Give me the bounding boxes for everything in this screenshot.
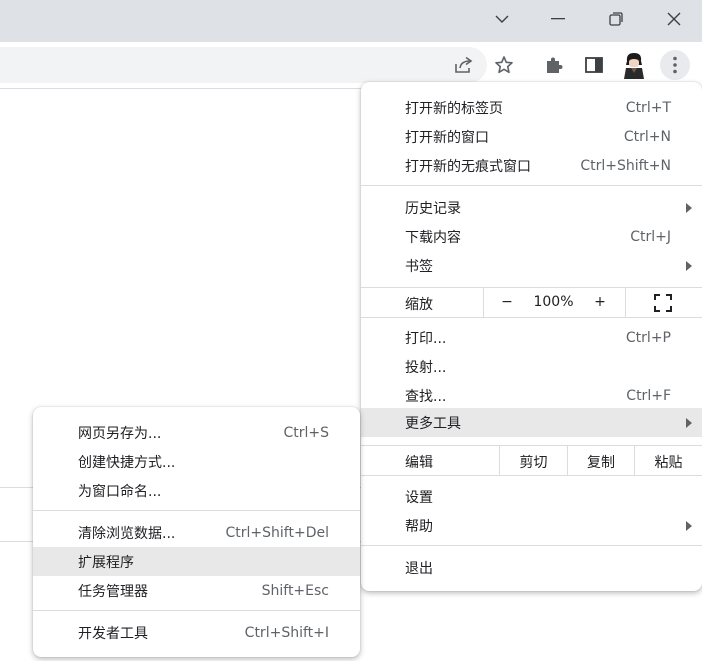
menu-item-label: 打印... bbox=[405, 330, 447, 347]
menu-item-bookmarks[interactable]: 书签 bbox=[361, 251, 702, 280]
menu-item-label: 下载内容 bbox=[405, 229, 461, 246]
menu-item-shortcut: Ctrl+S bbox=[283, 424, 329, 441]
minimize-icon bbox=[551, 18, 565, 20]
zoom-row: 缩放 − 100% + bbox=[361, 288, 702, 317]
zoom-label: 缩放 bbox=[405, 297, 433, 313]
title-bar bbox=[0, 0, 702, 42]
menu-item-label: 帮助 bbox=[405, 518, 433, 535]
menu-item-shortcut: Ctrl+P bbox=[625, 329, 671, 346]
menu-item-save-page-as[interactable]: 网页另存为... Ctrl+S bbox=[33, 418, 360, 447]
puzzle-icon bbox=[547, 57, 563, 73]
more-tools-submenu: 网页另存为... Ctrl+S 创建快捷方式... 为窗口命名... 清除浏览数… bbox=[33, 407, 360, 657]
menu-item-exit[interactable]: 退出 bbox=[361, 553, 702, 582]
close-button[interactable] bbox=[646, 0, 702, 38]
close-icon bbox=[667, 12, 681, 26]
restore-icon bbox=[609, 12, 623, 26]
menu-item-shortcut: Ctrl+N bbox=[623, 128, 671, 145]
submenu-arrow-icon bbox=[686, 260, 692, 271]
submenu-arrow-icon bbox=[686, 520, 692, 531]
address-bar[interactable] bbox=[0, 47, 487, 83]
zoom-divider bbox=[483, 288, 484, 317]
menu-item-label: 书签 bbox=[405, 258, 433, 275]
menu-item-label: 扩展程序 bbox=[78, 554, 134, 571]
menu-item-clear-browsing-data[interactable]: 清除浏览数据... Ctrl+Shift+Del bbox=[33, 518, 360, 547]
menu-item-label: 打开新的标签页 bbox=[405, 100, 503, 117]
menu-item-new-incognito-window[interactable]: 打开新的无痕式窗口 Ctrl+Shift+N bbox=[361, 151, 702, 180]
profile-button[interactable] bbox=[619, 50, 649, 80]
menu-item-shortcut: Ctrl+Shift+N bbox=[580, 157, 671, 174]
menu-separator bbox=[33, 510, 360, 511]
menu-item-label: 创建快捷方式... bbox=[78, 454, 176, 471]
menu-item-label: 更多工具 bbox=[405, 415, 461, 432]
menu-separator bbox=[361, 475, 702, 476]
menu-item-label: 为窗口命名... bbox=[78, 483, 162, 500]
menu-item-find[interactable]: 查找... Ctrl+F bbox=[361, 381, 702, 410]
menu-item-label: 打开新的窗口 bbox=[405, 129, 489, 146]
menu-item-create-shortcut[interactable]: 创建快捷方式... bbox=[33, 447, 360, 476]
share-button[interactable] bbox=[449, 50, 479, 80]
fullscreen-icon[interactable] bbox=[654, 294, 672, 312]
star-icon bbox=[495, 56, 513, 74]
menu-separator bbox=[361, 185, 702, 186]
menu-item-shortcut: Ctrl+Shift+I bbox=[244, 624, 329, 641]
zoom-divider bbox=[625, 288, 626, 317]
side-panel-button[interactable] bbox=[579, 50, 609, 80]
menu-item-shortcut: Ctrl+Shift+Del bbox=[225, 524, 329, 541]
submenu-arrow-icon bbox=[686, 417, 692, 428]
chrome-menu-button[interactable] bbox=[660, 50, 690, 80]
menu-item-new-window[interactable]: 打开新的窗口 Ctrl+N bbox=[361, 122, 702, 151]
menu-item-print[interactable]: 打印... Ctrl+P bbox=[361, 323, 702, 352]
chrome-menu: 打开新的标签页 Ctrl+T 打开新的窗口 Ctrl+N 打开新的无痕式窗口 C… bbox=[361, 82, 702, 591]
side-panel-icon bbox=[585, 57, 603, 73]
restore-button[interactable] bbox=[588, 0, 644, 38]
menu-item-more-tools[interactable]: 更多工具 bbox=[361, 408, 702, 437]
menu-item-shortcut: Ctrl+J bbox=[630, 228, 671, 245]
minimize-button[interactable] bbox=[530, 0, 586, 38]
submenu-arrow-icon bbox=[686, 202, 692, 213]
menu-item-label: 网页另存为... bbox=[78, 425, 162, 442]
edit-row: 编辑 剪切 复制 粘贴 bbox=[361, 446, 702, 475]
chevron-down-icon bbox=[495, 15, 509, 23]
menu-item-name-window[interactable]: 为窗口命名... bbox=[33, 476, 360, 505]
menu-item-label: 设置 bbox=[405, 489, 433, 506]
menu-item-extensions[interactable]: 扩展程序 bbox=[33, 547, 360, 576]
extensions-button[interactable] bbox=[539, 50, 569, 80]
menu-item-downloads[interactable]: 下载内容 Ctrl+J bbox=[361, 222, 702, 251]
menu-separator bbox=[361, 545, 702, 546]
menu-item-label: 退出 bbox=[405, 560, 433, 577]
menu-item-label: 打开新的无痕式窗口 bbox=[405, 158, 531, 175]
zoom-in-button[interactable]: + bbox=[590, 294, 610, 310]
menu-item-label: 开发者工具 bbox=[78, 625, 148, 642]
cut-button[interactable]: 剪切 bbox=[500, 452, 567, 472]
menu-item-label: 查找... bbox=[405, 388, 447, 405]
menu-item-settings[interactable]: 设置 bbox=[361, 482, 702, 511]
bookmark-button[interactable] bbox=[489, 50, 519, 80]
share-icon bbox=[455, 56, 473, 73]
avatar bbox=[624, 53, 644, 79]
menu-item-cast[interactable]: 投射... bbox=[361, 352, 702, 381]
menu-item-label: 历史记录 bbox=[405, 200, 461, 217]
tab-search-button[interactable] bbox=[474, 0, 530, 38]
menu-separator bbox=[361, 317, 702, 318]
menu-item-developer-tools[interactable]: 开发者工具 Ctrl+Shift+I bbox=[33, 618, 360, 647]
paste-button[interactable]: 粘贴 bbox=[635, 452, 702, 472]
menu-item-shortcut: Ctrl+T bbox=[625, 99, 671, 116]
menu-item-new-tab[interactable]: 打开新的标签页 Ctrl+T bbox=[361, 93, 702, 122]
menu-item-label: 任务管理器 bbox=[78, 583, 148, 600]
menu-item-label: 投射... bbox=[405, 359, 447, 376]
menu-item-history[interactable]: 历史记录 bbox=[361, 193, 702, 222]
edit-label: 编辑 bbox=[405, 455, 433, 471]
zoom-level: 100% bbox=[533, 294, 574, 310]
menu-item-shortcut: Ctrl+F bbox=[626, 387, 671, 404]
kebab-menu-icon bbox=[673, 56, 677, 74]
menu-item-help[interactable]: 帮助 bbox=[361, 511, 702, 540]
menu-item-shortcut: Shift+Esc bbox=[261, 582, 329, 599]
zoom-out-button[interactable]: − bbox=[497, 294, 517, 310]
menu-item-label: 清除浏览数据... bbox=[78, 525, 176, 542]
menu-separator bbox=[33, 610, 360, 611]
menu-item-task-manager[interactable]: 任务管理器 Shift+Esc bbox=[33, 576, 360, 605]
copy-button[interactable]: 复制 bbox=[568, 452, 634, 472]
